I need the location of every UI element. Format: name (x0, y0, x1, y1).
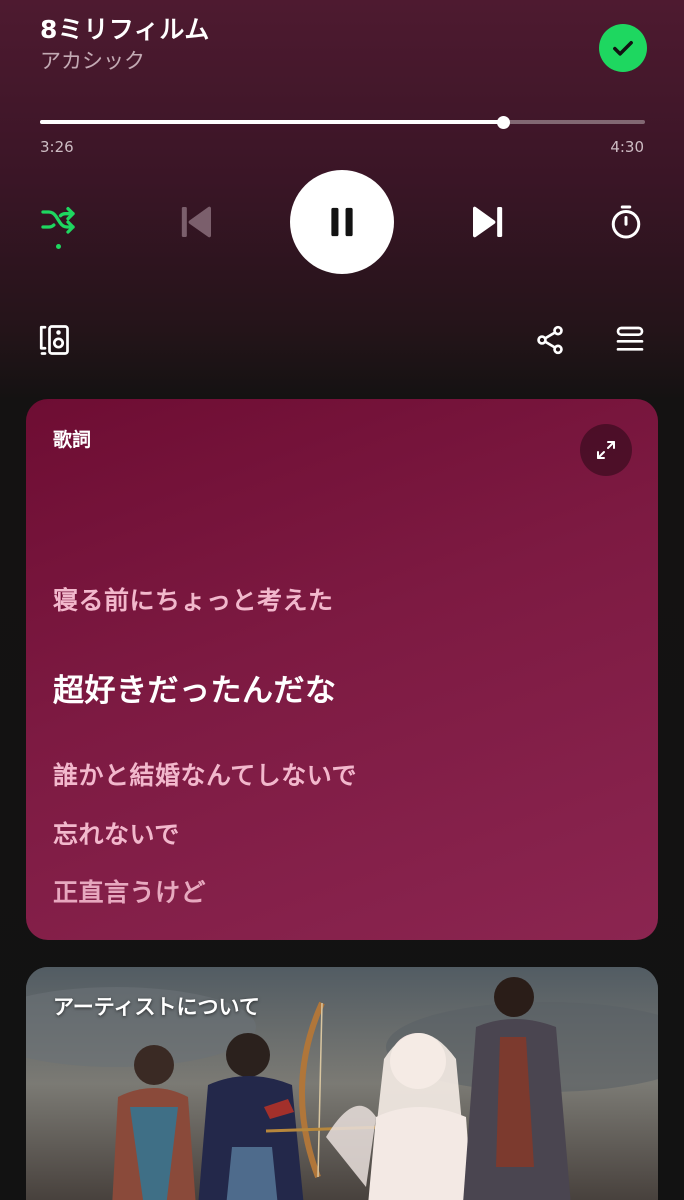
track-artist[interactable]: アカシック (40, 46, 644, 76)
total-time: 4:30 (610, 138, 644, 156)
queue-icon (616, 326, 644, 351)
timer-icon (611, 205, 641, 239)
device-row (0, 318, 684, 362)
track-header: 8ミリフィルム アカシック (40, 14, 647, 84)
liked-button[interactable] (599, 24, 647, 72)
shuffle-button[interactable] (34, 198, 82, 246)
play-pause-button[interactable] (290, 170, 394, 274)
track-title[interactable]: 8ミリフィルム (40, 14, 644, 46)
queue-button[interactable] (610, 318, 650, 362)
lyric-line[interactable]: 忘れないで (53, 815, 180, 851)
lyric-line[interactable]: 正直言うけど (53, 873, 206, 909)
shuffle-active-dot (56, 244, 61, 249)
sleep-timer-button[interactable] (602, 198, 650, 246)
about-artist-card[interactable]: アーティストについて (26, 967, 658, 1200)
skip-previous-icon (181, 206, 211, 238)
progress-knob[interactable] (496, 116, 510, 129)
elapsed-time: 3:26 (40, 138, 74, 156)
playback-controls (0, 170, 684, 274)
progress-bar[interactable] (40, 116, 645, 129)
lyric-line-active[interactable]: 超好きだったんだな (53, 665, 337, 710)
about-artist-label: アーティストについて (53, 995, 260, 1019)
share-icon (537, 325, 563, 355)
lyric-line[interactable]: 寝る前にちょっと考えた (53, 581, 334, 617)
lyrics-card[interactable]: 歌詞 寝る前にちょっと考えた 超好きだったんだな 誰かと結婚なんてしないで 忘れ… (26, 399, 658, 940)
expand-lyrics-button[interactable] (580, 424, 632, 476)
expand-icon (597, 441, 615, 459)
device-speaker-icon (39, 325, 69, 355)
lyrics-label: 歌詞 (53, 429, 92, 451)
progress-fill (40, 120, 503, 124)
connect-device-button[interactable] (34, 318, 74, 362)
next-button[interactable] (464, 198, 512, 246)
lyric-line[interactable]: 誰かと結婚なんてしないで (53, 756, 357, 792)
skip-next-icon (473, 206, 503, 238)
pause-icon (331, 207, 353, 237)
check-circle-icon (613, 41, 633, 56)
previous-button[interactable] (172, 198, 220, 246)
shuffle-icon (41, 207, 75, 234)
share-button[interactable] (530, 318, 570, 362)
